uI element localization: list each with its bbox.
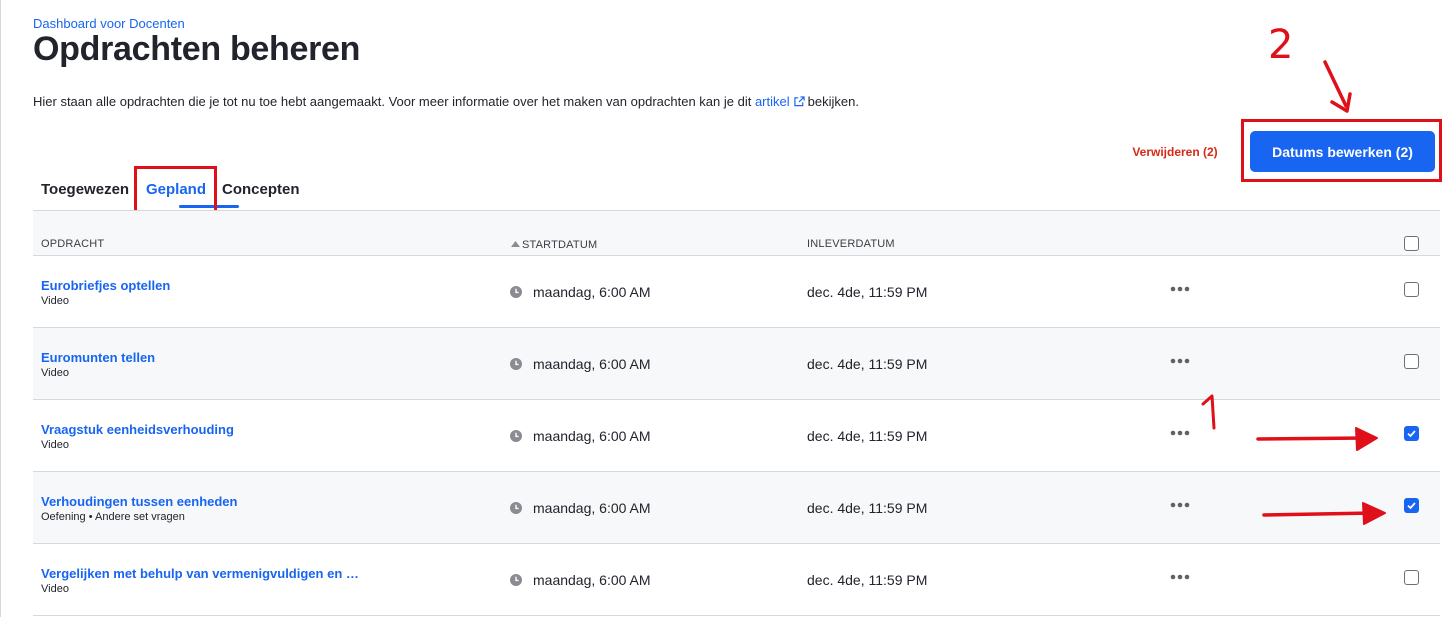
- assignment-title-link[interactable]: Verhoudingen tussen eenheden: [41, 494, 237, 509]
- intro-text-after: bekijken.: [807, 94, 859, 109]
- article-link[interactable]: artikel: [755, 94, 790, 109]
- start-date: maandag, 6:00 AM: [533, 356, 651, 372]
- assignment-type: Oefening • Andere set vragen: [41, 511, 185, 523]
- edit-dates-button[interactable]: Datums bewerken (2): [1250, 131, 1435, 172]
- more-options-button[interactable]: [1161, 494, 1199, 516]
- start-date: maandag, 6:00 AM: [533, 428, 651, 444]
- column-header-start[interactable]: STARTDATUM: [511, 238, 597, 251]
- due-date: dec. 4de, 11:59 PM: [807, 500, 928, 516]
- more-options-button[interactable]: [1161, 422, 1199, 444]
- column-header-start-label: STARTDATUM: [522, 239, 598, 251]
- breadcrumb[interactable]: Dashboard voor Docenten: [33, 16, 185, 31]
- tab-toegewezen[interactable]: Toegewezen: [41, 181, 129, 198]
- external-link-icon[interactable]: [793, 95, 805, 110]
- intro-text-before: Hier staan alle opdrachten die je tot nu…: [33, 94, 752, 109]
- due-date: dec. 4de, 11:59 PM: [807, 284, 928, 300]
- assignment-title-link[interactable]: Vergelijken met behulp van vermenigvuldi…: [41, 566, 359, 581]
- row-checkbox[interactable]: [1404, 354, 1419, 369]
- clock-icon: [510, 357, 522, 375]
- row-checkbox[interactable]: [1404, 498, 1419, 513]
- clock-icon: [510, 285, 522, 303]
- more-options-icon: [1170, 574, 1190, 580]
- table-row: Vraagstuk eenheidsverhouding Video maand…: [33, 400, 1440, 472]
- column-header-assignment[interactable]: OPDRACHT: [41, 238, 104, 250]
- start-date: maandag, 6:00 AM: [533, 500, 651, 516]
- more-options-icon: [1170, 502, 1190, 508]
- row-checkbox[interactable]: [1404, 282, 1419, 297]
- due-date: dec. 4de, 11:59 PM: [807, 572, 928, 588]
- clock-icon: [510, 429, 522, 447]
- intro-text: Hier staan alle opdrachten die je tot nu…: [33, 94, 859, 110]
- checkmark-icon: [1407, 430, 1416, 438]
- more-options-button[interactable]: [1161, 566, 1199, 588]
- more-options-icon: [1170, 358, 1190, 364]
- select-all-checkbox[interactable]: [1404, 236, 1419, 251]
- assignment-title-link[interactable]: Euromunten tellen: [41, 350, 155, 365]
- assignment-type: Video: [41, 439, 69, 451]
- start-date: maandag, 6:00 AM: [533, 284, 651, 300]
- assignments-table: OPDRACHT STARTDATUM INLEVERDATUM Eurobri…: [33, 210, 1440, 616]
- tab-concepten[interactable]: Concepten: [222, 181, 300, 198]
- assignment-title-link[interactable]: Eurobriefjes optellen: [41, 278, 170, 293]
- due-date: dec. 4de, 11:59 PM: [807, 428, 928, 444]
- annotation-arrow-2-shaft: [1323, 60, 1348, 108]
- left-border: [0, 0, 1, 617]
- assignment-type: Video: [41, 367, 69, 379]
- sort-ascending-icon: [511, 238, 520, 250]
- page-title: Opdrachten beheren: [33, 30, 361, 68]
- table-row: Verhoudingen tussen eenheden Oefening • …: [33, 472, 1440, 544]
- active-tab-indicator: [179, 205, 239, 208]
- due-date: dec. 4de, 11:59 PM: [807, 356, 928, 372]
- assignment-type: Video: [41, 295, 69, 307]
- tab-gepland[interactable]: Gepland: [146, 181, 206, 198]
- tab-bar: Toegewezen Gepland Concepten: [33, 172, 1440, 210]
- table-row: Vergelijken met behulp van vermenigvuldi…: [33, 544, 1440, 616]
- assignment-type: Video: [41, 583, 69, 595]
- annotation-arrow-2-head: [1330, 92, 1352, 113]
- more-options-icon: [1170, 286, 1190, 292]
- delete-button[interactable]: Verwijderen (2): [1112, 141, 1238, 163]
- start-date: maandag, 6:00 AM: [533, 572, 651, 588]
- row-checkbox[interactable]: [1404, 426, 1419, 441]
- checkmark-icon: [1407, 502, 1416, 510]
- more-options-button[interactable]: [1161, 278, 1199, 300]
- table-row: Euromunten tellen Video maandag, 6:00 AM…: [33, 328, 1440, 400]
- clock-icon: [510, 573, 522, 591]
- more-options-button[interactable]: [1161, 350, 1199, 372]
- clock-icon: [510, 501, 522, 519]
- assignment-title-link[interactable]: Vraagstuk eenheidsverhouding: [41, 422, 234, 437]
- table-row: Eurobriefjes optellen Video maandag, 6:0…: [33, 256, 1440, 328]
- more-options-icon: [1170, 430, 1190, 436]
- annotation-number-2: 2: [1268, 22, 1293, 68]
- table-header: OPDRACHT STARTDATUM INLEVERDATUM: [33, 210, 1440, 256]
- column-header-due[interactable]: INLEVERDATUM: [807, 238, 895, 250]
- row-checkbox[interactable]: [1404, 570, 1419, 585]
